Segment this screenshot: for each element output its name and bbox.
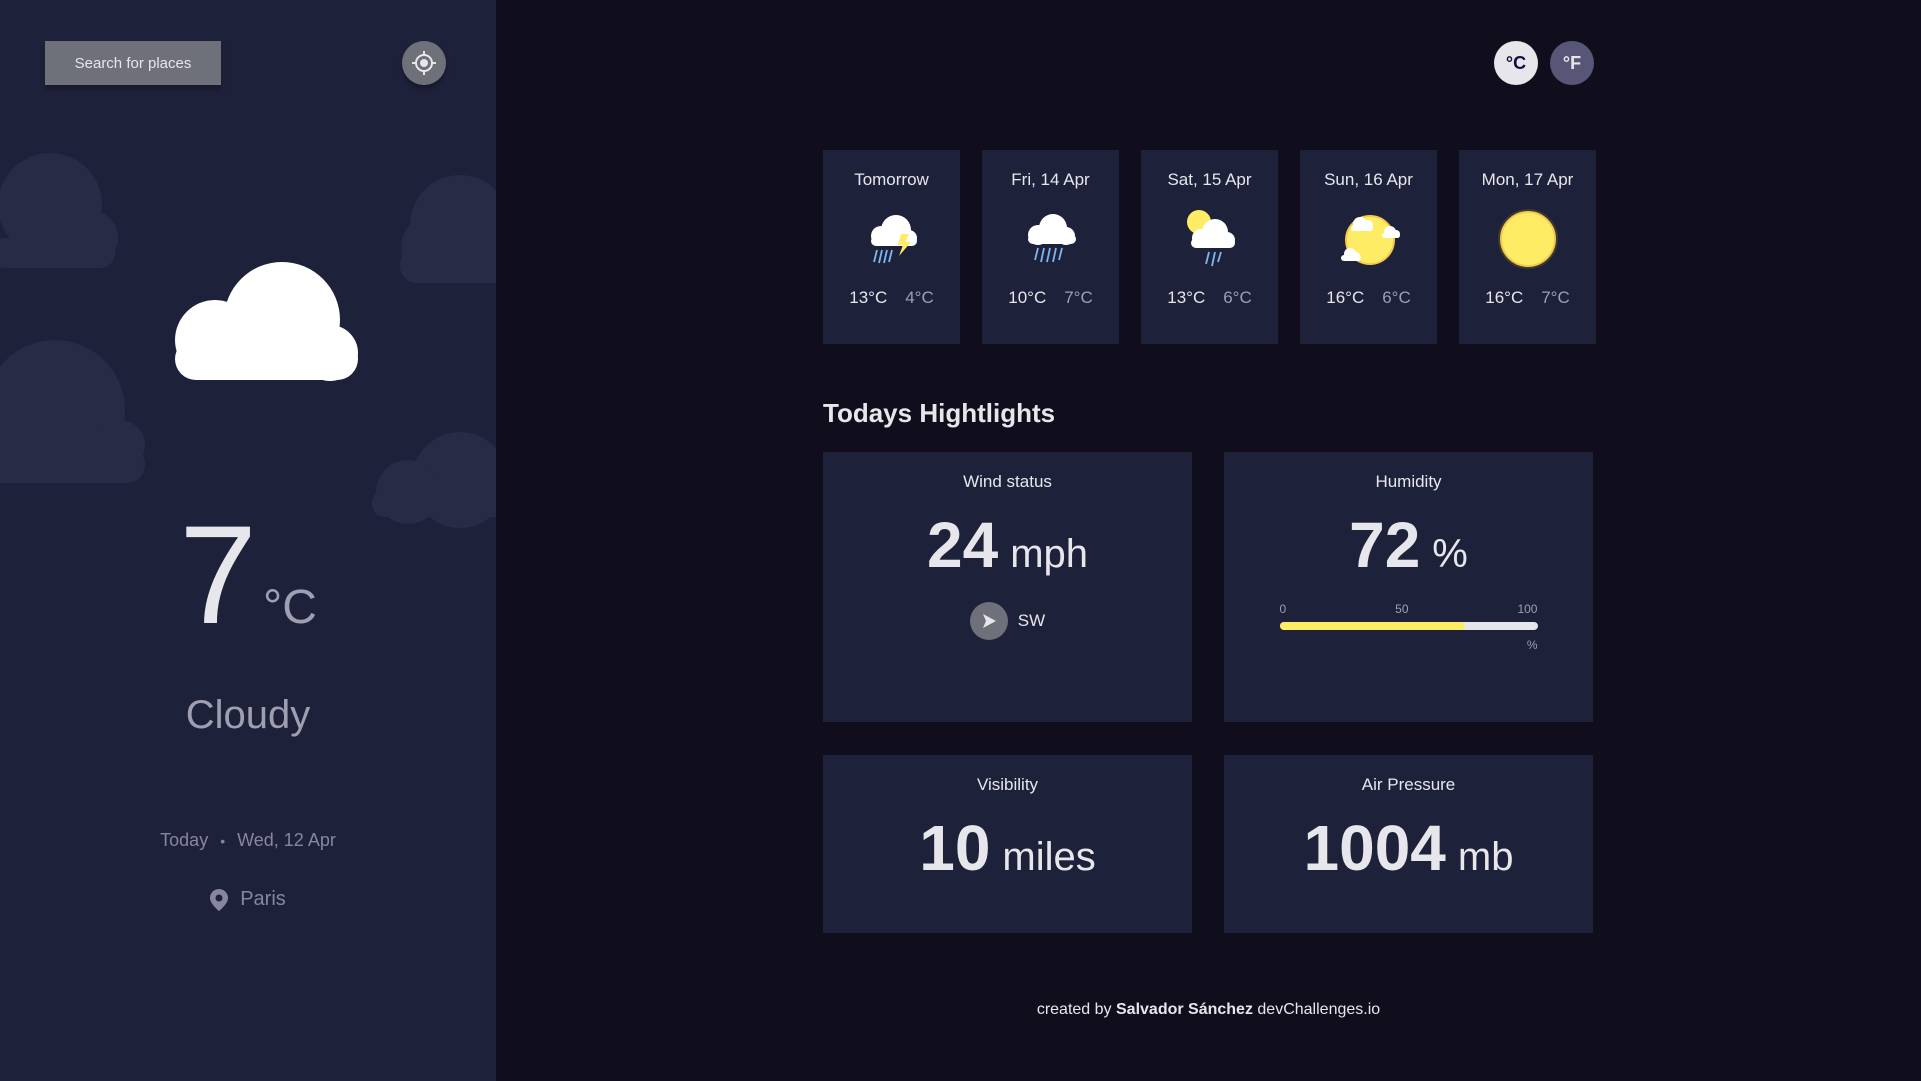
humidity-scale-max: 100 (1517, 602, 1538, 616)
forecast-day: Sun, 16 Apr (1324, 170, 1413, 189)
forecast-temps: 13°C 4°C (849, 288, 934, 308)
forecast-day: Mon, 17 Apr (1481, 170, 1574, 189)
forecast-day: Sat, 15 Apr (1167, 170, 1252, 189)
pressure-unit: mb (1457, 835, 1514, 879)
humidity-bar: 0 50 100 % (1279, 602, 1538, 652)
forecast-day: Tomorrow (854, 170, 929, 189)
celsius-button[interactable]: °C (1494, 41, 1538, 85)
wind-value: 24 (927, 509, 999, 581)
shower-icon (1186, 210, 1235, 267)
forecast-temps: 16°C 6°C (1326, 288, 1411, 308)
humidity-scale-min: 0 (1279, 602, 1287, 616)
forecast-card: Sun, 16 Apr 16°C 6°C (1300, 150, 1437, 344)
forecast-min: 4°C (905, 288, 934, 307)
fahrenheit-button[interactable]: °F (1550, 41, 1594, 85)
unit-toggle: °C °F (1494, 41, 1594, 85)
forecast-temps: 10°C 7°C (1008, 288, 1093, 308)
location-name: Paris (240, 888, 286, 910)
pressure-title: Air Pressure (1361, 775, 1456, 794)
highlights-title: Todays Hightlights (823, 398, 1056, 428)
temperature-unit: °C (263, 581, 317, 634)
forecast-min: 7°C (1064, 288, 1093, 307)
footer-prefix: created by (1036, 1001, 1112, 1018)
footer: created by Salvador Sánchez devChallenge… (496, 1001, 1921, 1019)
forecast-max: 13°C (1167, 288, 1206, 307)
wind-title: Wind status (963, 472, 1052, 491)
forecast-card: Sat, 15 Apr 13°C 6°C (1141, 150, 1278, 344)
humidity-scale-mid: 50 (1395, 602, 1409, 616)
date-prefix: Today (160, 830, 209, 850)
wind-status-card: Wind status 24 mph SW (823, 452, 1192, 722)
humidity-fill (1279, 622, 1466, 630)
date-separator: • (220, 832, 226, 849)
visibility-value: 10 (919, 812, 991, 884)
wind-direction: SW (969, 602, 1046, 640)
cloud-icon (175, 262, 358, 381)
forecast-day: Fri, 14 Apr (1011, 170, 1090, 189)
forecast-card: Tomorrow 13°C 4°C (823, 150, 960, 344)
search-places-button[interactable]: Search for places (45, 41, 221, 85)
location-pin-icon (210, 888, 229, 911)
forecast-min: 6°C (1382, 288, 1411, 307)
current-temperature: 7 °C (0, 505, 496, 645)
visibility-card: Visibility 10 miles (823, 755, 1192, 933)
clear-icon (1497, 209, 1558, 269)
heavy-rain-icon (1027, 214, 1076, 263)
gps-target-icon (412, 51, 436, 75)
date-value: Wed, 12 Apr (237, 830, 336, 850)
footer-author[interactable]: Salvador Sánchez (1116, 1001, 1253, 1018)
humidity-unit: % (1432, 532, 1468, 576)
forecast-min: 7°C (1541, 288, 1570, 307)
forecast-list: Tomorrow 13°C 4°C Fri, 14 Apr 10°C 7°C S… (823, 150, 1596, 344)
air-pressure-card: Air Pressure 1004 mb (1224, 755, 1593, 933)
wind-direction-label: SW (1017, 611, 1046, 630)
current-location-button[interactable] (402, 41, 446, 85)
forecast-min: 6°C (1223, 288, 1252, 307)
forecast-card: Fri, 14 Apr 10°C 7°C (982, 150, 1119, 344)
pressure-value-row: 1004 mb (1304, 811, 1514, 885)
current-location: Paris (0, 888, 496, 911)
forecast-card: Mon, 17 Apr 16°C 7°C (1459, 150, 1596, 344)
forecast-max: 10°C (1008, 288, 1047, 307)
footer-site[interactable]: devChallenges.io (1257, 1001, 1380, 1018)
wind-unit: mph (1010, 532, 1088, 576)
humidity-value-row: 72 % (1349, 508, 1468, 582)
humidity-track (1279, 622, 1538, 630)
thunderstorm-icon (870, 215, 917, 264)
humidity-card: Humidity 72 % 0 50 100 % (1224, 452, 1593, 722)
visibility-unit: miles (1002, 835, 1096, 879)
humidity-title: Humidity (1375, 472, 1442, 491)
forecast-temps: 13°C 6°C (1167, 288, 1252, 308)
forecast-max: 13°C (849, 288, 888, 307)
current-date: Today • Wed, 12 Apr (0, 830, 496, 851)
light-cloud-icon (1340, 215, 1400, 265)
humidity-scale: 0 50 100 (1280, 602, 1538, 616)
sidebar: Search for places 7 °C Cloudy Today • We… (0, 0, 496, 1081)
forecast-max: 16°C (1485, 288, 1524, 307)
forecast-temps: 16°C 7°C (1485, 288, 1570, 308)
wind-value-row: 24 mph (927, 508, 1088, 582)
humidity-value: 72 (1349, 509, 1421, 581)
weather-condition: Cloudy (185, 693, 311, 737)
wind-direction-icon (969, 602, 1008, 640)
forecast-max: 16°C (1326, 288, 1365, 307)
visibility-title: Visibility (976, 775, 1039, 794)
pressure-value: 1004 (1303, 812, 1446, 884)
visibility-value-row: 10 miles (919, 811, 1096, 885)
humidity-scale-unit: % (1526, 638, 1538, 652)
temperature-value: 7 (179, 496, 257, 653)
